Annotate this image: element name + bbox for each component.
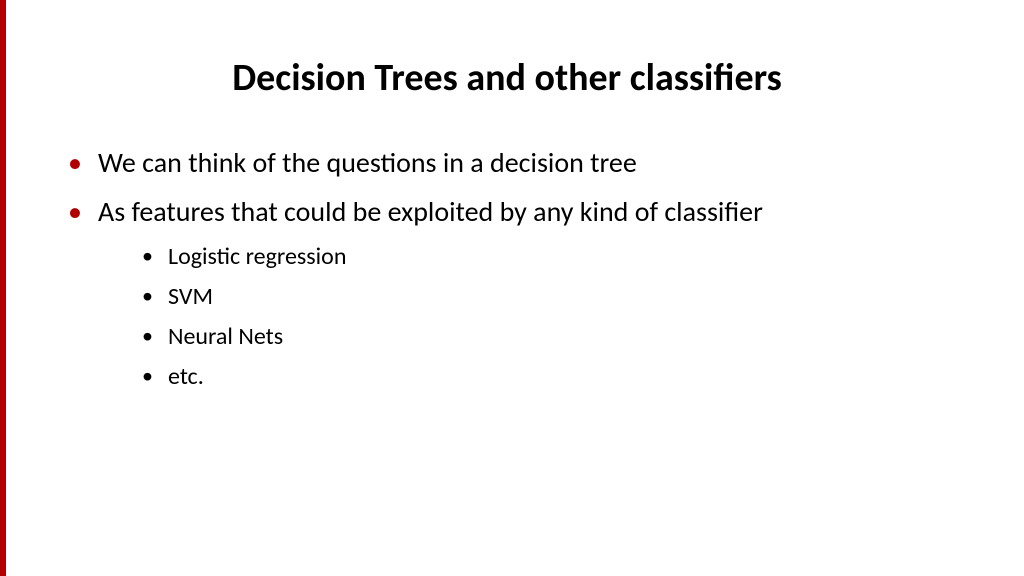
sub-bullet-text: Logistic regression [168,242,346,271]
bullet-text: We can think of the questions in a decis… [98,145,637,180]
sub-bullet-text: SVM [168,282,213,311]
sub-bullet-item: Neural Nets [98,319,964,355]
sub-bullet-text: etc. [168,362,204,391]
main-bullet-list: We can think of the questions in a decis… [50,143,964,395]
sub-bullet-item: Logistic regression [98,239,964,275]
sub-bullet-item: etc. [98,359,964,395]
sub-bullet-item: SVM [98,279,964,315]
slide-content: Decision Trees and other classifiers We … [0,0,1024,445]
main-bullet-item: We can think of the questions in a decis… [62,143,964,182]
slide-title: Decision Trees and other classifiers [50,55,964,101]
sub-bullet-list: Logistic regression SVM Neural Nets etc. [98,239,964,395]
bullet-text: As features that could be exploited by a… [98,194,763,229]
main-bullet-item: As features that could be exploited by a… [62,192,964,395]
sub-bullet-text: Neural Nets [168,322,283,351]
accent-bar [0,0,6,576]
